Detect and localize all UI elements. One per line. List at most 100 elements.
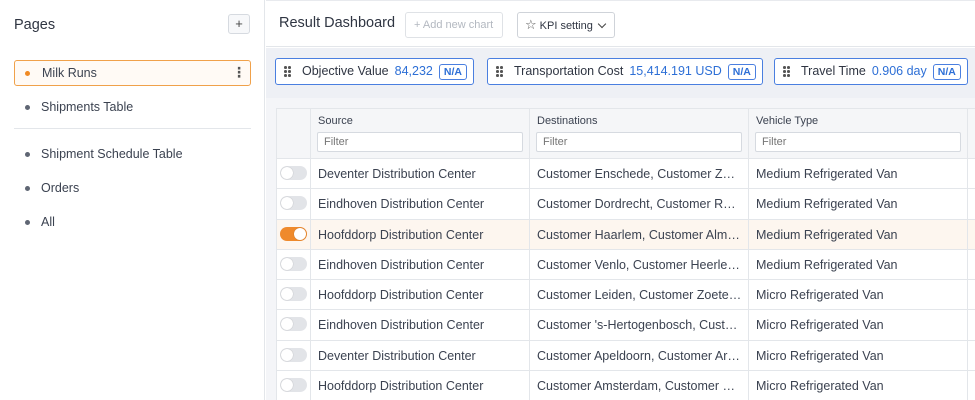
page-item-milk-runs[interactable]: Milk Runs ⋮ — [14, 60, 251, 86]
more-options-icon[interactable]: ⋮ — [232, 61, 246, 85]
vehicle-type-cell[interactable]: Medium Refrigerated Van — [749, 189, 968, 219]
toggle-knob — [281, 167, 293, 179]
vehicle-type-cell[interactable]: Micro Refrigerated Van — [749, 280, 968, 310]
vehicle-type-cell[interactable]: Micro Refrigerated Van — [749, 371, 968, 400]
destinations-text: Customer Venlo, Customer Heerle… — [537, 257, 740, 272]
page-item-all[interactable]: All — [14, 209, 251, 235]
vehicle-type-text: Medium Refrigerated Van — [756, 257, 898, 272]
drag-handle-icon[interactable] — [783, 66, 790, 77]
column-label: Source — [318, 115, 353, 127]
toggle-cell — [277, 219, 311, 249]
table-body: Deventer Distribution Center Customer Ens… — [277, 159, 975, 400]
page-list: Milk Runs ⋮ Shipments Table Shipment Sch… — [0, 60, 265, 243]
kpi-card-travel-time[interactable]: Travel Time 0.906 day N/A — [774, 58, 968, 85]
bullet-icon — [25, 105, 30, 110]
kpi-card-transportation-cost[interactable]: Transportation Cost 15,414.191 USD N/A — [487, 58, 763, 85]
header-toggle-column — [277, 109, 311, 158]
table-row[interactable]: Deventer Distribution Center Customer Ape… — [277, 340, 975, 372]
vehicle-type-cell[interactable]: Micro Refrigerated Van — [749, 340, 968, 371]
source-cell[interactable]: Hoofddorp Distribution Center — [311, 219, 530, 249]
toggle-knob — [281, 348, 293, 361]
source-text: Eindhoven Distribution Center — [318, 257, 485, 272]
overflow-cell — [968, 189, 975, 218]
column-header-source[interactable]: Source — [311, 109, 530, 158]
column-header-next — [968, 109, 975, 158]
destinations-cell[interactable]: Customer 's-Hertogenbosch, Custo… — [530, 310, 749, 340]
vehicle-type-text: Micro Refrigerated Van — [756, 288, 884, 303]
page-item-shipments-table[interactable]: Shipments Table — [14, 94, 251, 120]
destinations-cell[interactable]: Customer Apeldoorn, Customer Ar… — [530, 340, 749, 371]
toggle-cell — [277, 249, 311, 280]
toggle-knob — [281, 197, 293, 210]
row-enable-toggle[interactable] — [280, 378, 307, 393]
page-item-orders[interactable]: Orders — [14, 175, 251, 201]
table-row[interactable]: Eindhoven Distribution Center Customer Do… — [277, 189, 975, 220]
table-row[interactable]: Eindhoven Distribution Center Customer 's… — [277, 310, 975, 341]
page-item-shipment-schedule-table[interactable]: Shipment Schedule Table — [14, 141, 251, 167]
kpi-label: Objective Value — [302, 64, 389, 78]
vehicle-type-cell[interactable]: Medium Refrigerated Van — [749, 219, 968, 249]
destinations-cell[interactable]: Customer Leiden, Customer Zoeter… — [530, 280, 749, 310]
row-enable-toggle[interactable] — [280, 287, 307, 302]
vehicle-type-cell[interactable]: Micro Refrigerated Van — [749, 310, 968, 340]
destinations-text: Customer 's-Hertogenbosch, Custo… — [537, 318, 742, 333]
source-text: Eindhoven Distribution Center — [318, 318, 485, 333]
destinations-cell[interactable]: Customer Amsterdam, Customer Z… — [530, 371, 749, 400]
source-cell[interactable]: Eindhoven Distribution Center — [311, 189, 530, 219]
row-enable-toggle[interactable] — [280, 226, 307, 241]
source-cell[interactable]: Hoofddorp Distribution Center — [311, 371, 530, 400]
overflow-cell — [968, 250, 975, 279]
row-enable-toggle[interactable] — [280, 256, 307, 271]
destinations-cell[interactable]: Customer Venlo, Customer Heerle… — [530, 249, 749, 280]
vehicle-type-cell[interactable]: Medium Refrigerated Van — [749, 159, 968, 189]
vehicle-type-cell[interactable]: Medium Refrigerated Van — [749, 249, 968, 280]
app-root: Pages + Milk Runs ⋮ Shipments Table Ship… — [0, 0, 975, 400]
source-filter-input[interactable] — [317, 132, 523, 152]
toggle-cell — [277, 310, 311, 340]
source-text: Deventer Distribution Center — [318, 348, 476, 363]
table-row[interactable]: Hoofddorp Distribution Center Customer Le… — [277, 280, 975, 311]
row-enable-toggle[interactable] — [280, 196, 307, 211]
table-header-row: Source Destinations Vehicle Type — [277, 109, 975, 159]
destinations-cell[interactable]: Customer Haarlem, Customer Alm… — [530, 219, 749, 249]
add-new-chart-button[interactable]: + Add new chart — [405, 12, 503, 38]
row-enable-toggle[interactable] — [280, 347, 307, 362]
column-header-vehicle-type[interactable]: Vehicle Type — [749, 109, 968, 158]
destinations-cell[interactable]: Customer Enschede, Customer Zw… — [530, 159, 749, 189]
vehicle-type-filter-input[interactable] — [755, 132, 961, 152]
drag-handle-icon[interactable] — [496, 66, 503, 77]
kpi-value: 15,414.191 USD — [629, 64, 722, 78]
source-cell[interactable]: Hoofddorp Distribution Center — [311, 280, 530, 310]
add-page-button[interactable]: + — [228, 14, 250, 34]
source-cell[interactable]: Deventer Distribution Center — [311, 159, 530, 189]
column-header-destinations[interactable]: Destinations — [530, 109, 749, 158]
table-row[interactable]: Deventer Distribution Center Customer Ens… — [277, 159, 975, 190]
source-cell[interactable]: Eindhoven Distribution Center — [311, 249, 530, 280]
table-row[interactable]: Eindhoven Distribution Center Customer Ve… — [277, 249, 975, 281]
row-enable-toggle[interactable] — [280, 317, 307, 332]
table-row[interactable]: Hoofddorp Distribution Center Customer Am… — [277, 371, 975, 400]
source-text: Hoofddorp Distribution Center — [318, 379, 484, 394]
table-row[interactable]: Hoofddorp Distribution Center Customer Ha… — [277, 219, 975, 250]
dashboard-toolbar: Result Dashboard + Add new chart ☆ KPI se… — [266, 0, 975, 47]
destinations-cell[interactable]: Customer Dordrecht, Customer Ro… — [530, 189, 749, 219]
column-label: Destinations — [537, 115, 598, 127]
overflow-cell — [968, 159, 975, 188]
kpi-value: 84,232 — [394, 64, 433, 78]
drag-handle-icon[interactable] — [284, 66, 291, 77]
kpi-strip: Objective Value 84,232 N/A Transportation … — [266, 48, 975, 98]
source-cell[interactable]: Eindhoven Distribution Center — [311, 310, 530, 340]
sidebar-title: Pages — [14, 17, 56, 33]
kpi-setting-button[interactable]: ☆ KPI setting — [517, 12, 615, 38]
column-label: Vehicle Type — [756, 115, 819, 127]
source-cell[interactable]: Deventer Distribution Center — [311, 340, 530, 371]
overflow-cell — [968, 280, 975, 309]
kpi-card-objective-value[interactable]: Objective Value 84,232 N/A — [275, 58, 474, 85]
toggle-knob — [294, 227, 306, 240]
source-text: Hoofddorp Distribution Center — [318, 227, 484, 242]
page-item-label: All — [41, 215, 55, 229]
row-enable-toggle[interactable] — [280, 166, 307, 180]
toggle-knob — [281, 379, 293, 392]
toggle-cell — [277, 189, 311, 219]
destinations-filter-input[interactable] — [536, 132, 742, 152]
